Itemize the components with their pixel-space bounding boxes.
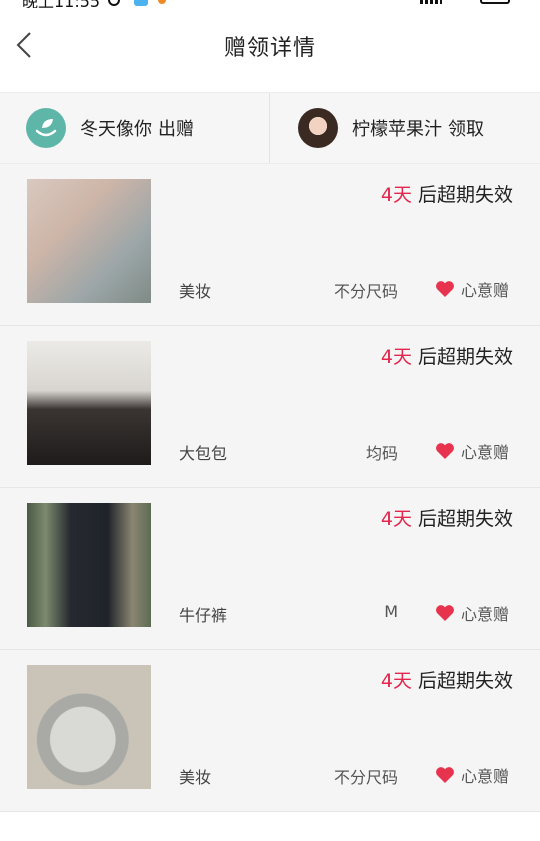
receiver-name: 柠檬苹果汁	[352, 119, 442, 140]
heart-icon	[436, 605, 454, 621]
signal-icon	[420, 0, 442, 4]
gift-type-label: 心意赠	[460, 443, 509, 462]
item-category: 大包包	[179, 444, 228, 463]
alarm-icon	[108, 0, 120, 6]
page-title: 赠领详情	[223, 36, 316, 61]
item-size: 不分尺码	[333, 768, 398, 787]
parties-bar: 冬天像你 出赠 柠檬苹果汁 领取	[0, 92, 540, 164]
leaf-hand-icon	[35, 119, 57, 137]
app-notification-icon-2	[158, 0, 166, 4]
status-bar: 晚上11:55	[0, 0, 540, 8]
expire-days: 4天	[380, 508, 412, 530]
gift-item[interactable]: 4天 后超期失效 美妆 不分尺码 心意赠	[0, 164, 540, 326]
expire-suffix: 后超期失效	[417, 184, 513, 206]
receiver-action: 领取	[448, 119, 484, 140]
expire-suffix: 后超期失效	[417, 670, 513, 692]
giver-avatar	[26, 108, 66, 148]
gift-type: 心意赠	[435, 601, 509, 625]
gift-type: 心意赠	[435, 439, 509, 463]
expire-days: 4天	[380, 346, 412, 368]
giver-profile[interactable]: 冬天像你 出赠	[26, 93, 194, 163]
item-photo	[27, 665, 151, 789]
battery-icon	[480, 0, 510, 4]
heart-icon	[436, 443, 454, 459]
item-category: 美妆	[179, 282, 212, 301]
item-size: 不分尺码	[333, 282, 398, 301]
gift-type: 心意赠	[435, 763, 509, 787]
item-photo	[27, 341, 151, 465]
gift-item[interactable]: 4天 后超期失效 美妆 不分尺码 心意赠	[0, 650, 540, 812]
item-category: 美妆	[179, 768, 212, 787]
wifi-icon	[452, 0, 470, 7]
item-photo	[27, 503, 151, 627]
heart-icon	[436, 281, 454, 297]
expire-notice: 4天 后超期失效	[381, 666, 513, 693]
gift-type-label: 心意赠	[460, 767, 509, 786]
gift-item[interactable]: 4天 后超期失效 牛仔裤 M 心意赠	[0, 488, 540, 650]
receiver-profile[interactable]: 柠檬苹果汁 领取	[298, 93, 484, 163]
receiver-avatar	[298, 108, 338, 148]
expire-suffix: 后超期失效	[417, 346, 513, 368]
gift-type-label: 心意赠	[460, 605, 509, 624]
app-notification-icon	[134, 0, 148, 6]
parties-divider	[269, 93, 270, 163]
gift-item-list: 4天 后超期失效 美妆 不分尺码 心意赠 4天 后超期失效 大包包 均码 心意赠…	[0, 164, 540, 812]
item-photo	[27, 179, 151, 303]
nav-bar: 赠领详情	[0, 8, 540, 92]
expire-notice: 4天 后超期失效	[381, 342, 513, 369]
expire-suffix: 后超期失效	[417, 508, 513, 530]
gift-type: 心意赠	[435, 277, 509, 301]
giver-action: 出赠	[158, 119, 194, 140]
gift-item[interactable]: 4天 后超期失效 大包包 均码 心意赠	[0, 326, 540, 488]
expire-days: 4天	[380, 184, 412, 206]
gift-type-label: 心意赠	[460, 281, 509, 300]
item-size: M	[384, 602, 398, 621]
giver-name: 冬天像你	[80, 119, 152, 140]
status-time: 晚上11:55	[22, 0, 100, 8]
item-size: 均码	[365, 444, 398, 463]
expire-notice: 4天 后超期失效	[381, 180, 513, 207]
heart-icon	[436, 767, 454, 783]
expire-days: 4天	[380, 670, 412, 692]
item-category: 牛仔裤	[179, 606, 228, 625]
expire-notice: 4天 后超期失效	[381, 504, 513, 531]
